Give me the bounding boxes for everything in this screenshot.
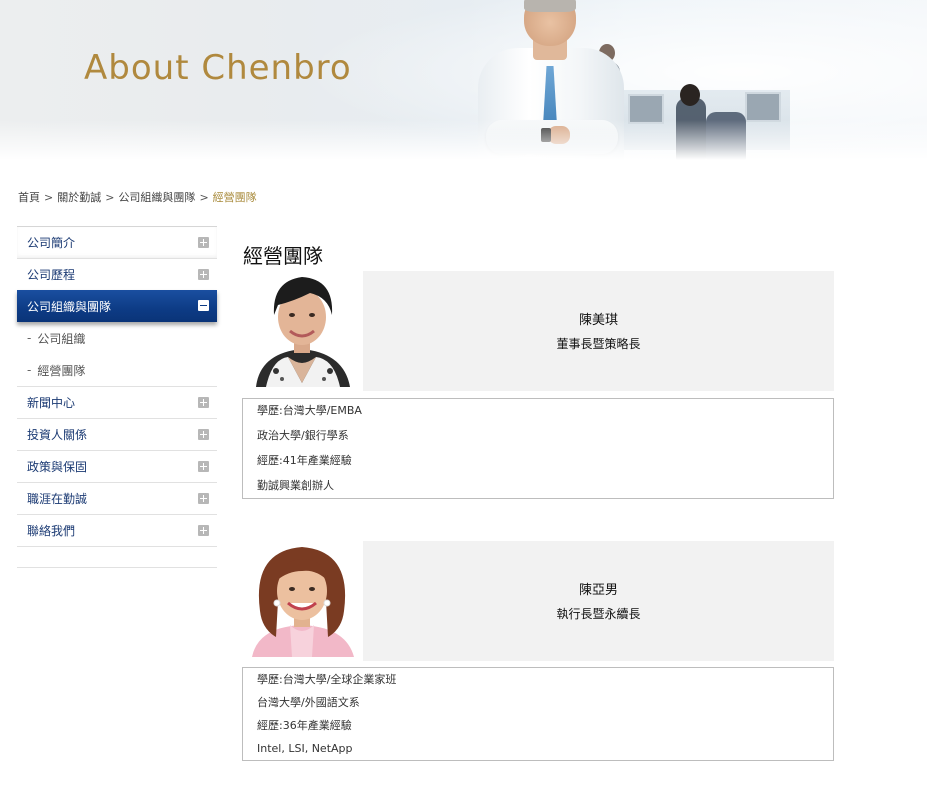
banner-background-person-head	[680, 84, 700, 106]
sidebar-item-company-history[interactable]: 公司歷程	[17, 258, 217, 290]
sidebar-item-news[interactable]: 新聞中心	[17, 386, 217, 418]
member-nameplate: 陳美琪 董事長暨策略長	[363, 271, 834, 391]
member-photo	[246, 541, 359, 657]
banner-title: About Chenbro	[84, 48, 352, 88]
banner-monitor	[745, 92, 781, 122]
plus-icon[interactable]	[198, 525, 209, 536]
sidebar-item-investor-relations[interactable]: 投資人關係	[17, 418, 217, 450]
sidebar-item-label: 政策與保固	[27, 460, 88, 474]
page-title: 經營團隊	[243, 244, 323, 269]
member-detail-line: 學歷:台灣大學/全球企業家班	[257, 673, 397, 686]
breadcrumb-separator: >	[105, 191, 115, 204]
breadcrumb-home-link[interactable]: 首頁	[18, 191, 40, 204]
header-banner: About Chenbro	[0, 0, 927, 160]
member-name: 陳亞男	[578, 583, 618, 598]
sidebar-subitem-label: 公司組織	[37, 331, 86, 346]
sidebar-item-policy-warranty[interactable]: 政策與保固	[17, 450, 217, 482]
breadcrumb-organization-link[interactable]: 公司組織與團隊	[118, 191, 195, 204]
sidebar-divider	[17, 546, 217, 567]
member-portrait-illustration	[246, 541, 359, 657]
sidebar-item-company-profile[interactable]: 公司簡介	[17, 226, 217, 258]
member-portrait-illustration	[246, 271, 359, 387]
member-detail-line: 經歷:36年產業經驗	[257, 719, 352, 732]
breadcrumb-about-link[interactable]: 關於勤誠	[57, 191, 101, 204]
member-photo	[246, 271, 359, 387]
member-nameplate: 陳亞男 執行長暨永續長	[363, 541, 834, 661]
sidebar-item-label: 新聞中心	[27, 396, 76, 410]
sidebar-subitem-dash: -	[27, 363, 32, 377]
member-name: 陳美琪	[578, 313, 618, 328]
member-position: 執行長暨永續長	[556, 607, 641, 621]
plus-icon[interactable]	[198, 429, 209, 440]
sidebar-item-contact-us[interactable]: 聯絡我們	[17, 514, 217, 546]
sidebar-subitem-dash: -	[27, 331, 32, 345]
plus-icon[interactable]	[198, 461, 209, 472]
sidebar-item-organization-team[interactable]: 公司組織與團隊	[17, 290, 217, 322]
plus-icon[interactable]	[198, 493, 209, 504]
sidebar-nav: 公司簡介 公司歷程 公司組織與團隊 - 公司組織 - 經營團隊 新聞中心 投資人…	[17, 226, 217, 569]
breadcrumb-current: 經營團隊	[212, 191, 257, 204]
member-detail-line: 台灣大學/外國語文系	[257, 696, 360, 709]
member-detail-line: 學歷:台灣大學/EMBA	[257, 404, 362, 417]
member-detail-line: 經歷:41年產業經驗	[257, 454, 352, 467]
banner-man-hair	[524, 0, 576, 12]
member-position: 董事長暨策略長	[556, 337, 641, 351]
sidebar-subitem-organization[interactable]: - 公司組織	[17, 322, 217, 354]
plus-icon[interactable]	[198, 237, 209, 248]
sidebar-item-label: 公司簡介	[27, 236, 76, 250]
sidebar-item-label: 公司組織與團隊	[27, 299, 112, 314]
banner-fade	[0, 120, 927, 160]
plus-icon[interactable]	[198, 397, 209, 408]
member-detail-line: Intel, LSI, NetApp	[257, 742, 353, 755]
sidebar-item-label: 聯絡我們	[27, 524, 76, 538]
sidebar-subitem-label: 經營團隊	[37, 363, 86, 378]
member-details: 學歷:台灣大學/EMBA 政治大學/銀行學系 經歷:41年產業經驗 勤誠興業創辦…	[242, 398, 834, 499]
breadcrumb-separator: >	[44, 191, 54, 204]
sidebar-divider	[17, 567, 217, 569]
plus-icon[interactable]	[198, 269, 209, 280]
member-detail-line: 政治大學/銀行學系	[257, 429, 349, 442]
sidebar-item-label: 投資人關係	[27, 428, 88, 442]
breadcrumb-separator: >	[199, 191, 209, 204]
member-detail-line: 勤誠興業創辦人	[257, 479, 334, 492]
member-details: 學歷:台灣大學/全球企業家班 台灣大學/外國語文系 經歷:36年產業經驗 Int…	[242, 667, 834, 761]
sidebar-item-label: 公司歷程	[27, 268, 76, 282]
sidebar-item-label: 職涯在勤誠	[27, 492, 88, 506]
sidebar-item-careers[interactable]: 職涯在勤誠	[17, 482, 217, 514]
minus-icon[interactable]	[198, 300, 209, 311]
breadcrumb: 首頁 > 關於勤誠 > 公司組織與團隊 > 經營團隊	[18, 189, 257, 205]
sidebar-subitem-management-team[interactable]: - 經營團隊	[17, 354, 217, 386]
